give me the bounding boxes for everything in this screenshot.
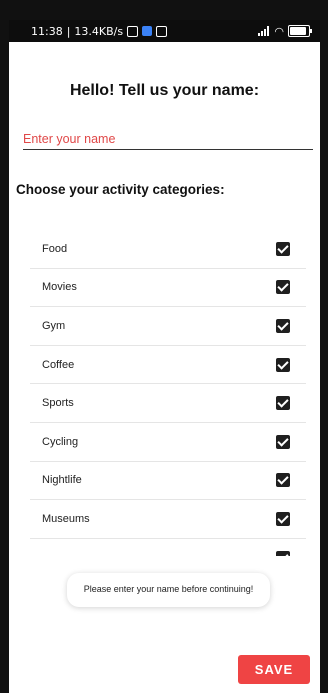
category-item[interactable]: Coffee bbox=[30, 346, 306, 385]
checkbox-checked-icon[interactable] bbox=[276, 434, 290, 449]
checkbox-checked-icon[interactable] bbox=[276, 396, 290, 411]
category-label: Cycling bbox=[42, 435, 79, 448]
checkbox-checked-icon[interactable] bbox=[276, 280, 290, 295]
checkbox-checked-icon[interactable] bbox=[276, 550, 290, 556]
category-item[interactable]: Museums bbox=[30, 500, 306, 539]
category-list[interactable]: Food Movies Gym Coffee Sports Cycling Ni… bbox=[30, 230, 306, 556]
category-item[interactable]: Nightlife bbox=[30, 462, 306, 501]
category-item[interactable]: Cycling bbox=[30, 423, 306, 462]
status-time: 11:38 bbox=[31, 24, 63, 38]
category-label: Coffee bbox=[42, 358, 75, 371]
category-item[interactable]: Food bbox=[30, 230, 306, 269]
toast-message: Please enter your name before continuing… bbox=[67, 573, 270, 607]
checkbox-checked-icon[interactable] bbox=[276, 241, 290, 256]
network-speed: 13.4KB/s bbox=[74, 24, 124, 38]
app-notification-icon bbox=[142, 26, 153, 36]
status-bar: 11:38 | 13.4KB/s ◠ bbox=[9, 20, 320, 42]
name-input[interactable] bbox=[23, 129, 313, 150]
category-item[interactable]: Sports bbox=[30, 384, 306, 423]
bag-icon bbox=[156, 25, 168, 37]
category-label: Gym bbox=[42, 319, 66, 332]
checkbox-checked-icon[interactable] bbox=[276, 473, 290, 488]
category-label: Food bbox=[42, 242, 68, 255]
wifi-icon: ◠ bbox=[274, 24, 284, 38]
categories-heading: Choose your activity categories: bbox=[16, 182, 225, 197]
category-label: Nightlife bbox=[42, 474, 82, 487]
notification-icon bbox=[127, 25, 139, 37]
checkbox-checked-icon[interactable] bbox=[276, 511, 290, 526]
category-item[interactable]: Movies bbox=[30, 269, 306, 308]
category-label: Movies bbox=[42, 281, 77, 294]
category-item[interactable] bbox=[30, 539, 306, 556]
battery-icon bbox=[288, 25, 312, 37]
checkbox-checked-icon[interactable] bbox=[276, 357, 290, 372]
category-item[interactable]: Gym bbox=[30, 307, 306, 346]
category-label: Sports bbox=[42, 397, 74, 410]
page-title: Hello! Tell us your name: bbox=[69, 82, 260, 99]
status-separator: | bbox=[66, 24, 71, 38]
category-label: Museums bbox=[42, 512, 90, 525]
signal-icon bbox=[258, 26, 270, 36]
checkbox-checked-icon[interactable] bbox=[276, 318, 290, 333]
save-button[interactable]: SAVE bbox=[238, 655, 310, 684]
